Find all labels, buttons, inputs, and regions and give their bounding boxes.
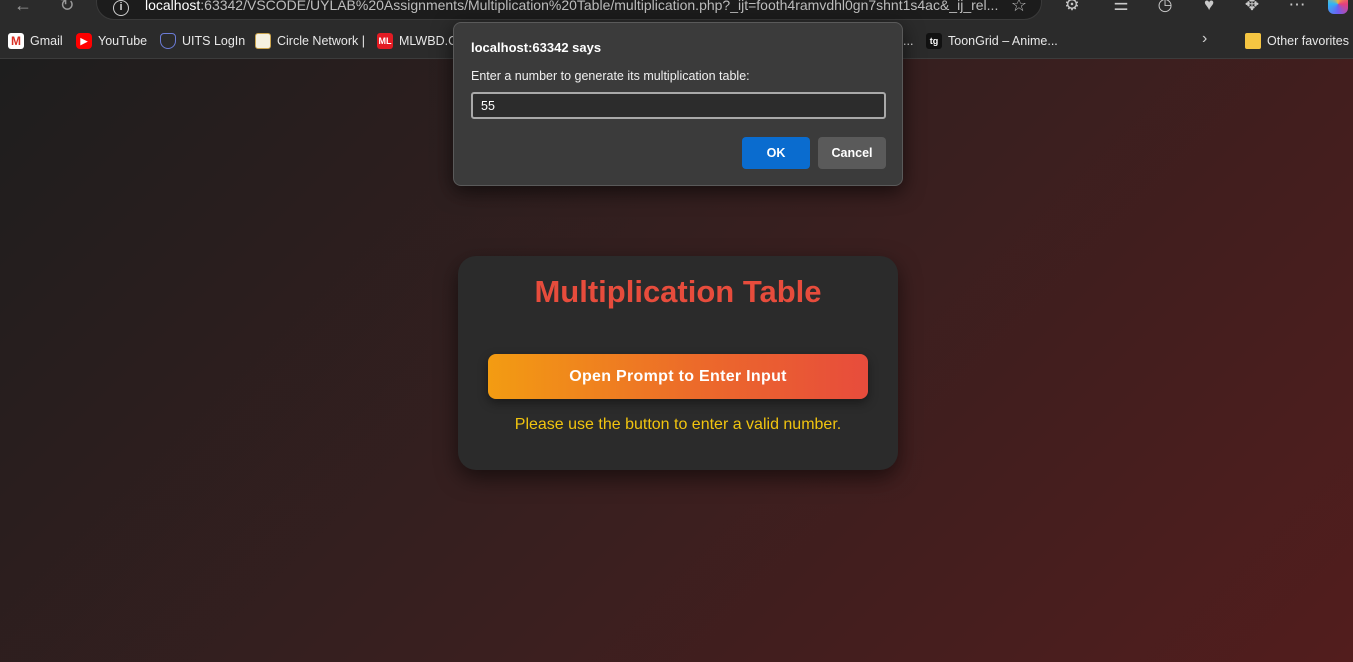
open-prompt-button[interactable]: Open Prompt to Enter Input [488, 354, 868, 399]
url-text[interactable]: localhost:63342/VSCODE/UYLAB%20Assignmen… [145, 0, 998, 13]
circle-network-icon [255, 33, 271, 49]
cancel-button[interactable]: Cancel [818, 137, 886, 169]
copilot-icon[interactable] [1328, 0, 1348, 14]
accessibility-icon[interactable]: ✥ [1240, 0, 1264, 16]
hint-text: Please use the button to enter a valid n… [514, 416, 842, 433]
bookmark-uits[interactable]: UITS LogIn [160, 32, 245, 50]
back-icon[interactable]: ← [12, 0, 34, 16]
address-bar[interactable]: i localhost:63342/VSCODE/UYLAB%20Assignm… [96, 0, 1042, 20]
bookmark-label: Other favorites [1267, 34, 1349, 48]
youtube-icon: ▶ [76, 33, 92, 49]
url-path: :63342/VSCODE/UYLAB%20Assignments/Multip… [200, 0, 999, 13]
bookmark-label: ToonGrid – Anime... [948, 34, 1058, 48]
bookmark-circle-network[interactable]: Circle Network | [255, 32, 365, 50]
url-host: localhost [145, 0, 201, 13]
bookmark-label: MLWBD.C [399, 34, 458, 48]
mlwbd-icon: ML [377, 33, 393, 49]
bookmark-label: Gmail [30, 34, 63, 48]
more-icon[interactable]: ⋯ [1285, 0, 1309, 16]
refresh-icon[interactable]: ↻ [56, 0, 78, 16]
browser-toolbar: ← ↻ i localhost:63342/VSCODE/UYLAB%20Ass… [0, 0, 1353, 22]
toongrid-icon: tg [926, 33, 942, 49]
dialog-message: Enter a number to generate its multiplic… [471, 69, 750, 83]
multiplication-card: Multiplication Table Open Prompt to Ente… [458, 256, 898, 470]
star-icon[interactable]: ☆ [1011, 0, 1027, 16]
favorites-icon[interactable]: ☰ [1109, 0, 1133, 16]
bookmark-other-favorites[interactable]: Other favorites [1245, 32, 1349, 50]
dialog-title: localhost:63342 says [471, 40, 602, 55]
bookmark-label: ... [903, 34, 914, 48]
gmail-icon: M [8, 33, 24, 49]
uits-icon [160, 33, 176, 49]
bookmark-label: UITS LogIn [182, 34, 246, 48]
performance-icon[interactable]: ♥ [1197, 0, 1221, 16]
bookmark-gmail[interactable]: M Gmail [8, 32, 63, 50]
bookmark-youtube[interactable]: ▶ YouTube [76, 32, 147, 50]
number-input[interactable] [471, 92, 886, 119]
chevron-right-icon[interactable]: › [1202, 30, 1207, 48]
bookmark-toongrid[interactable]: tg ToonGrid – Anime... [926, 32, 1058, 50]
extensions-icon[interactable]: ⚙ [1060, 0, 1084, 16]
bookmark-mlwbd[interactable]: ML MLWBD.C [377, 32, 457, 50]
folder-icon [1245, 33, 1261, 49]
page-title: Multiplication Table [534, 274, 822, 309]
bookmark-label: YouTube [98, 34, 148, 48]
bookmark-label: Circle Network | [277, 34, 365, 48]
prompt-dialog: localhost:63342 says Enter a number to g… [453, 22, 903, 186]
history-icon[interactable]: ◷ [1153, 0, 1177, 16]
bookmark-truncated[interactable]: ... [903, 32, 913, 50]
ok-button[interactable]: OK [742, 137, 810, 169]
info-icon[interactable]: i [113, 0, 129, 16]
